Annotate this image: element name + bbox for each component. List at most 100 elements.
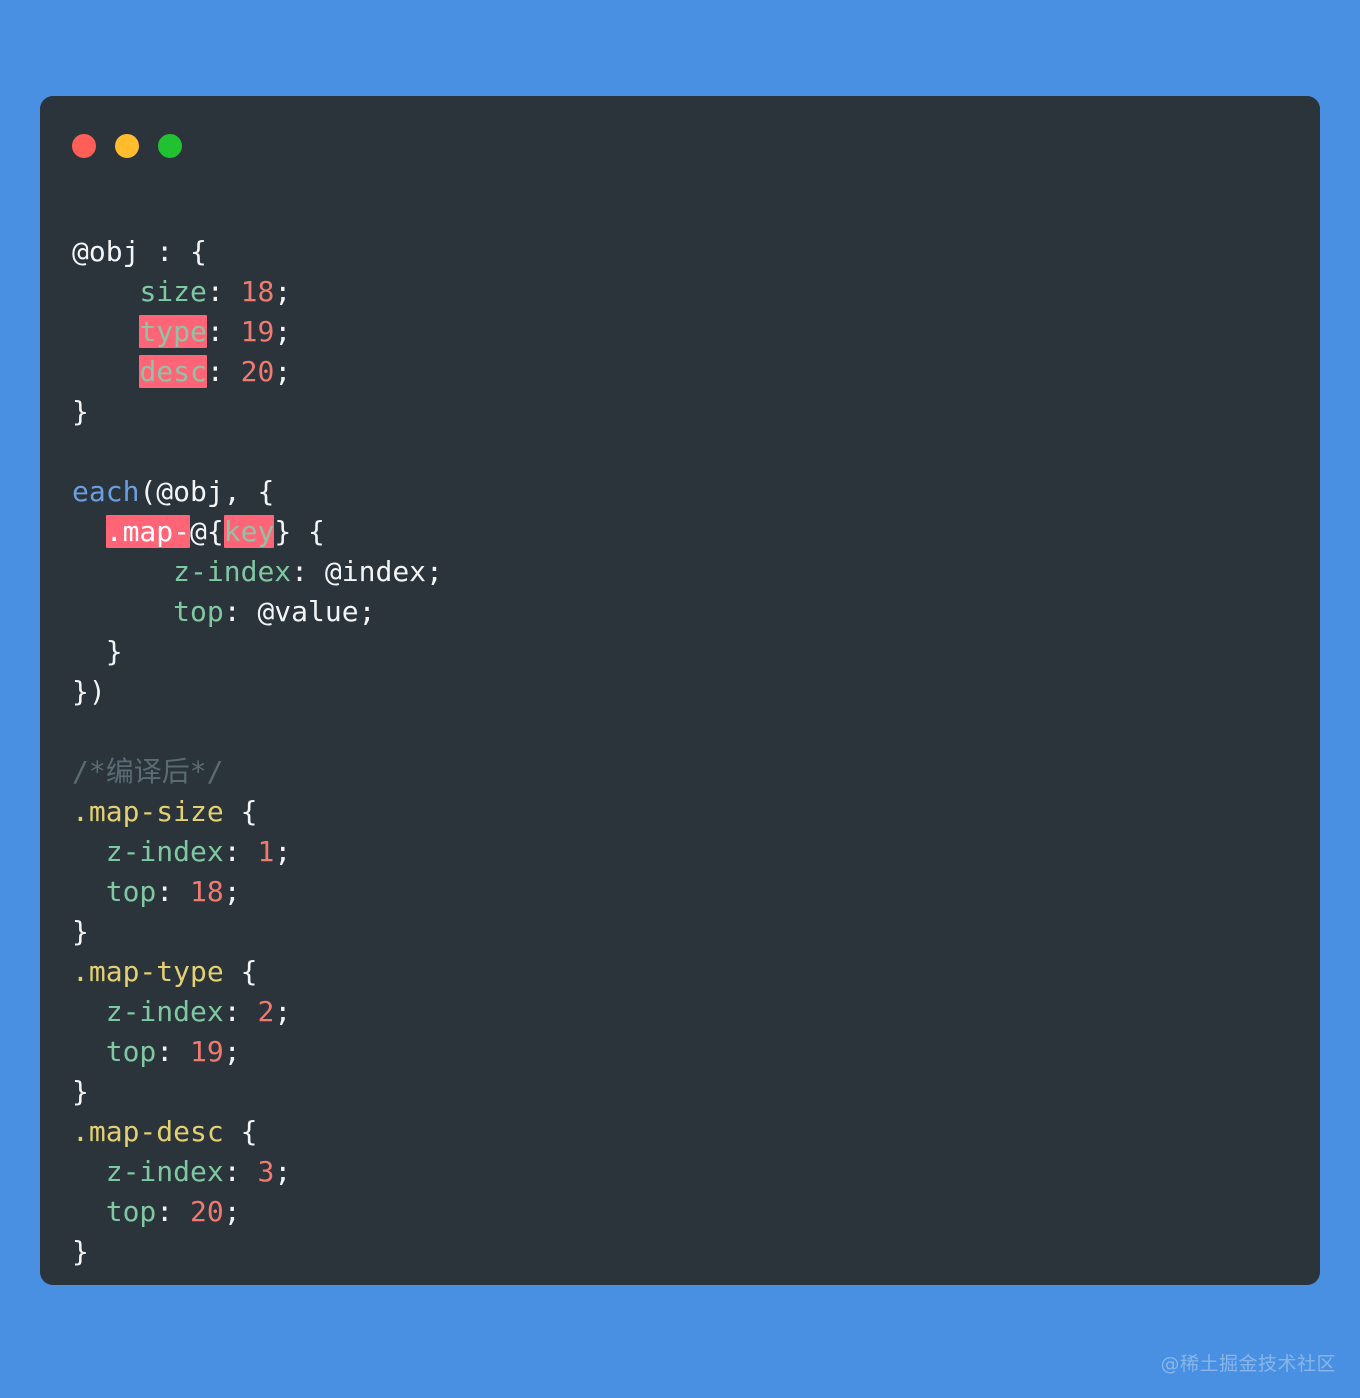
code-token: .map-size — [72, 795, 224, 828]
close-button-icon[interactable] — [72, 134, 96, 158]
code-token: z-index — [105, 995, 224, 1028]
code-line: top: 19; — [72, 1032, 1296, 1072]
code-token: } — [72, 635, 123, 668]
code-token: 1 — [257, 835, 275, 868]
code-token: 2 — [257, 995, 275, 1028]
code-line: z-index: 1; — [72, 832, 1296, 872]
code-token: } — [72, 395, 89, 428]
code-line: size: 18; — [72, 272, 1296, 312]
code-token: } — [72, 1235, 89, 1268]
code-token: : — [223, 835, 258, 868]
code-token: 19 — [240, 315, 275, 348]
code-token: : — [156, 875, 191, 908]
code-line: type: 19; — [72, 312, 1296, 352]
code-token: each — [72, 475, 140, 508]
code-token: } — [72, 1075, 89, 1108]
code-token: 3 — [257, 1155, 275, 1188]
code-token: /*编译后*/ — [72, 755, 224, 788]
code-token: (@obj, { — [139, 475, 275, 508]
code-token: .map- — [105, 515, 191, 548]
code-token: ; — [274, 995, 292, 1028]
code-token: @{ — [190, 515, 224, 548]
code-token: @obj : { — [72, 235, 207, 268]
code-token: key — [223, 515, 275, 548]
maximize-button-icon[interactable] — [158, 134, 182, 158]
code-line: z-index: 2; — [72, 992, 1296, 1032]
code-line: .map-@{key} { — [72, 512, 1296, 552]
code-token: ; — [223, 1195, 241, 1228]
code-token: ; — [223, 875, 241, 908]
watermark: @稀土掘金技术社区 — [1160, 1353, 1336, 1375]
code-block[interactable]: @obj : { size: 18; type: 19; desc: 20; } … — [72, 232, 1296, 1268]
code-line: z-index: 3; — [72, 1152, 1296, 1192]
code-line: } — [72, 392, 1296, 432]
code-token: }) — [72, 675, 106, 708]
code-line: each(@obj, { — [72, 472, 1296, 512]
code-token: : — [156, 1195, 191, 1228]
code-card: @obj : { size: 18; type: 19; desc: 20; } … — [40, 96, 1320, 1285]
code-token: z-index — [105, 835, 224, 868]
code-token: z-index — [173, 555, 292, 588]
code-line: } — [72, 1232, 1296, 1272]
code-token: top — [173, 595, 224, 628]
code-line: .map-type { — [72, 952, 1296, 992]
code-token: ; — [223, 1035, 241, 1068]
code-token: : — [223, 1155, 258, 1188]
code-line: top: 20; — [72, 1192, 1296, 1232]
code-line: desc: 20; — [72, 352, 1296, 392]
code-token: { — [223, 795, 258, 828]
code-token: type — [139, 315, 207, 348]
code-token: } { — [274, 515, 325, 548]
screenshot-stage: @obj : { size: 18; type: 19; desc: 20; } … — [0, 0, 1360, 1398]
window-titlebar — [72, 134, 182, 158]
code-line: z-index: @index; — [72, 552, 1296, 592]
code-line: }) — [72, 672, 1296, 712]
code-token: 20 — [240, 355, 275, 388]
code-line: .map-desc { — [72, 1112, 1296, 1152]
code-token: : @value; — [223, 595, 376, 628]
code-token: } — [72, 915, 89, 948]
code-token: : — [156, 1035, 191, 1068]
code-token: ; — [274, 315, 292, 348]
code-token: { — [223, 1115, 258, 1148]
code-token: ; — [274, 275, 292, 308]
code-line: /*编译后*/ — [72, 752, 1296, 792]
code-line: .map-size { — [72, 792, 1296, 832]
code-token: : — [206, 315, 241, 348]
code-token: { — [223, 955, 258, 988]
minimize-button-icon[interactable] — [115, 134, 139, 158]
code-token: top — [105, 875, 157, 908]
code-token: ; — [274, 835, 292, 868]
code-line: @obj : { — [72, 232, 1296, 272]
code-token: z-index — [105, 1155, 224, 1188]
code-token: .map-type — [72, 955, 224, 988]
code-token: 19 — [190, 1035, 224, 1068]
code-line: top: @value; — [72, 592, 1296, 632]
code-token: ; — [274, 1155, 292, 1188]
code-token: 18 — [190, 875, 224, 908]
code-line: } — [72, 632, 1296, 672]
code-line: top: 18; — [72, 872, 1296, 912]
code-token: ; — [274, 355, 292, 388]
code-token: : @index; — [291, 555, 443, 588]
code-token: top — [105, 1035, 157, 1068]
code-token: desc — [139, 355, 207, 388]
code-token: : — [206, 355, 241, 388]
code-token: : — [206, 275, 241, 308]
code-token: size — [139, 275, 207, 308]
code-token: 18 — [240, 275, 275, 308]
